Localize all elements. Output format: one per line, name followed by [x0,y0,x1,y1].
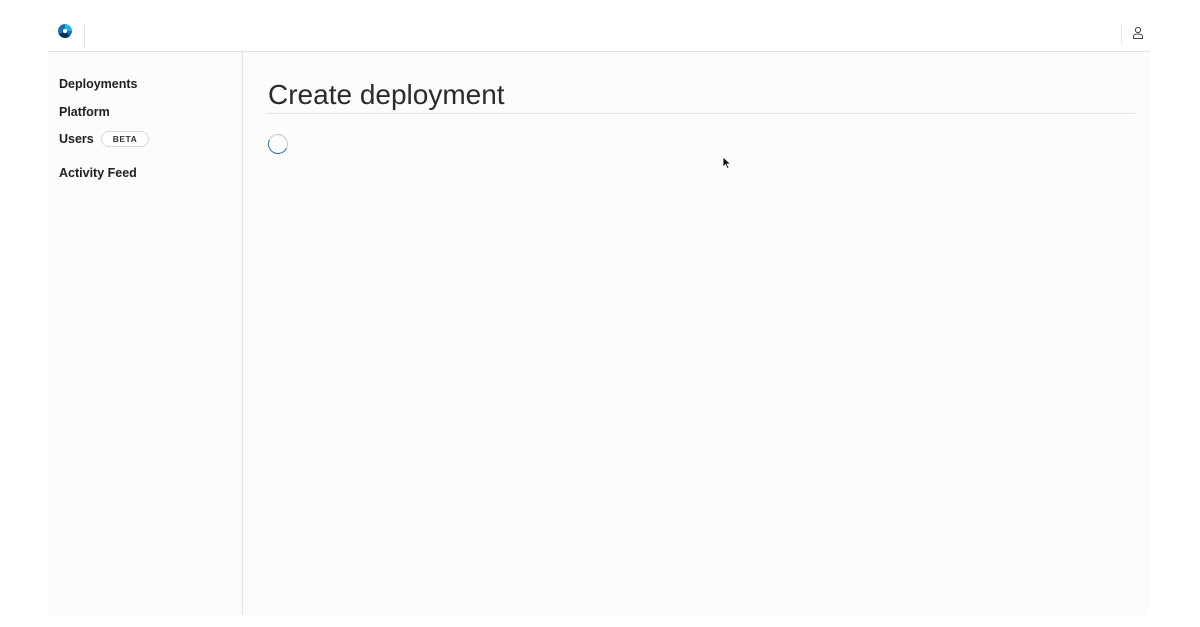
logo-divider [84,24,85,48]
sidebar-item-platform[interactable]: Platform [59,105,110,119]
brand-logo-icon[interactable] [57,23,73,39]
user-divider [1121,24,1122,44]
sidebar-item-deployments[interactable]: Deployments [59,77,138,91]
user-icon[interactable] [1132,26,1144,40]
page-title: Create deployment [268,79,505,110]
sidebar-item-activity-feed[interactable]: Activity Feed [59,166,137,180]
sidebar-item-label: Platform [59,105,110,119]
title-divider [267,113,1135,114]
sidebar-item-label: Deployments [59,77,138,91]
beta-badge: BETA [100,131,150,147]
sidebar-item-label: Users [59,132,94,146]
sidebar: Deployments Platform Users BETA Activity… [48,52,243,615]
top-bar [48,12,1150,52]
app-window: Deployments Platform Users BETA Activity… [48,12,1150,615]
loading-spinner-icon [265,131,291,157]
sidebar-item-label: Activity Feed [59,166,137,180]
sidebar-item-users[interactable]: Users BETA [59,131,150,147]
